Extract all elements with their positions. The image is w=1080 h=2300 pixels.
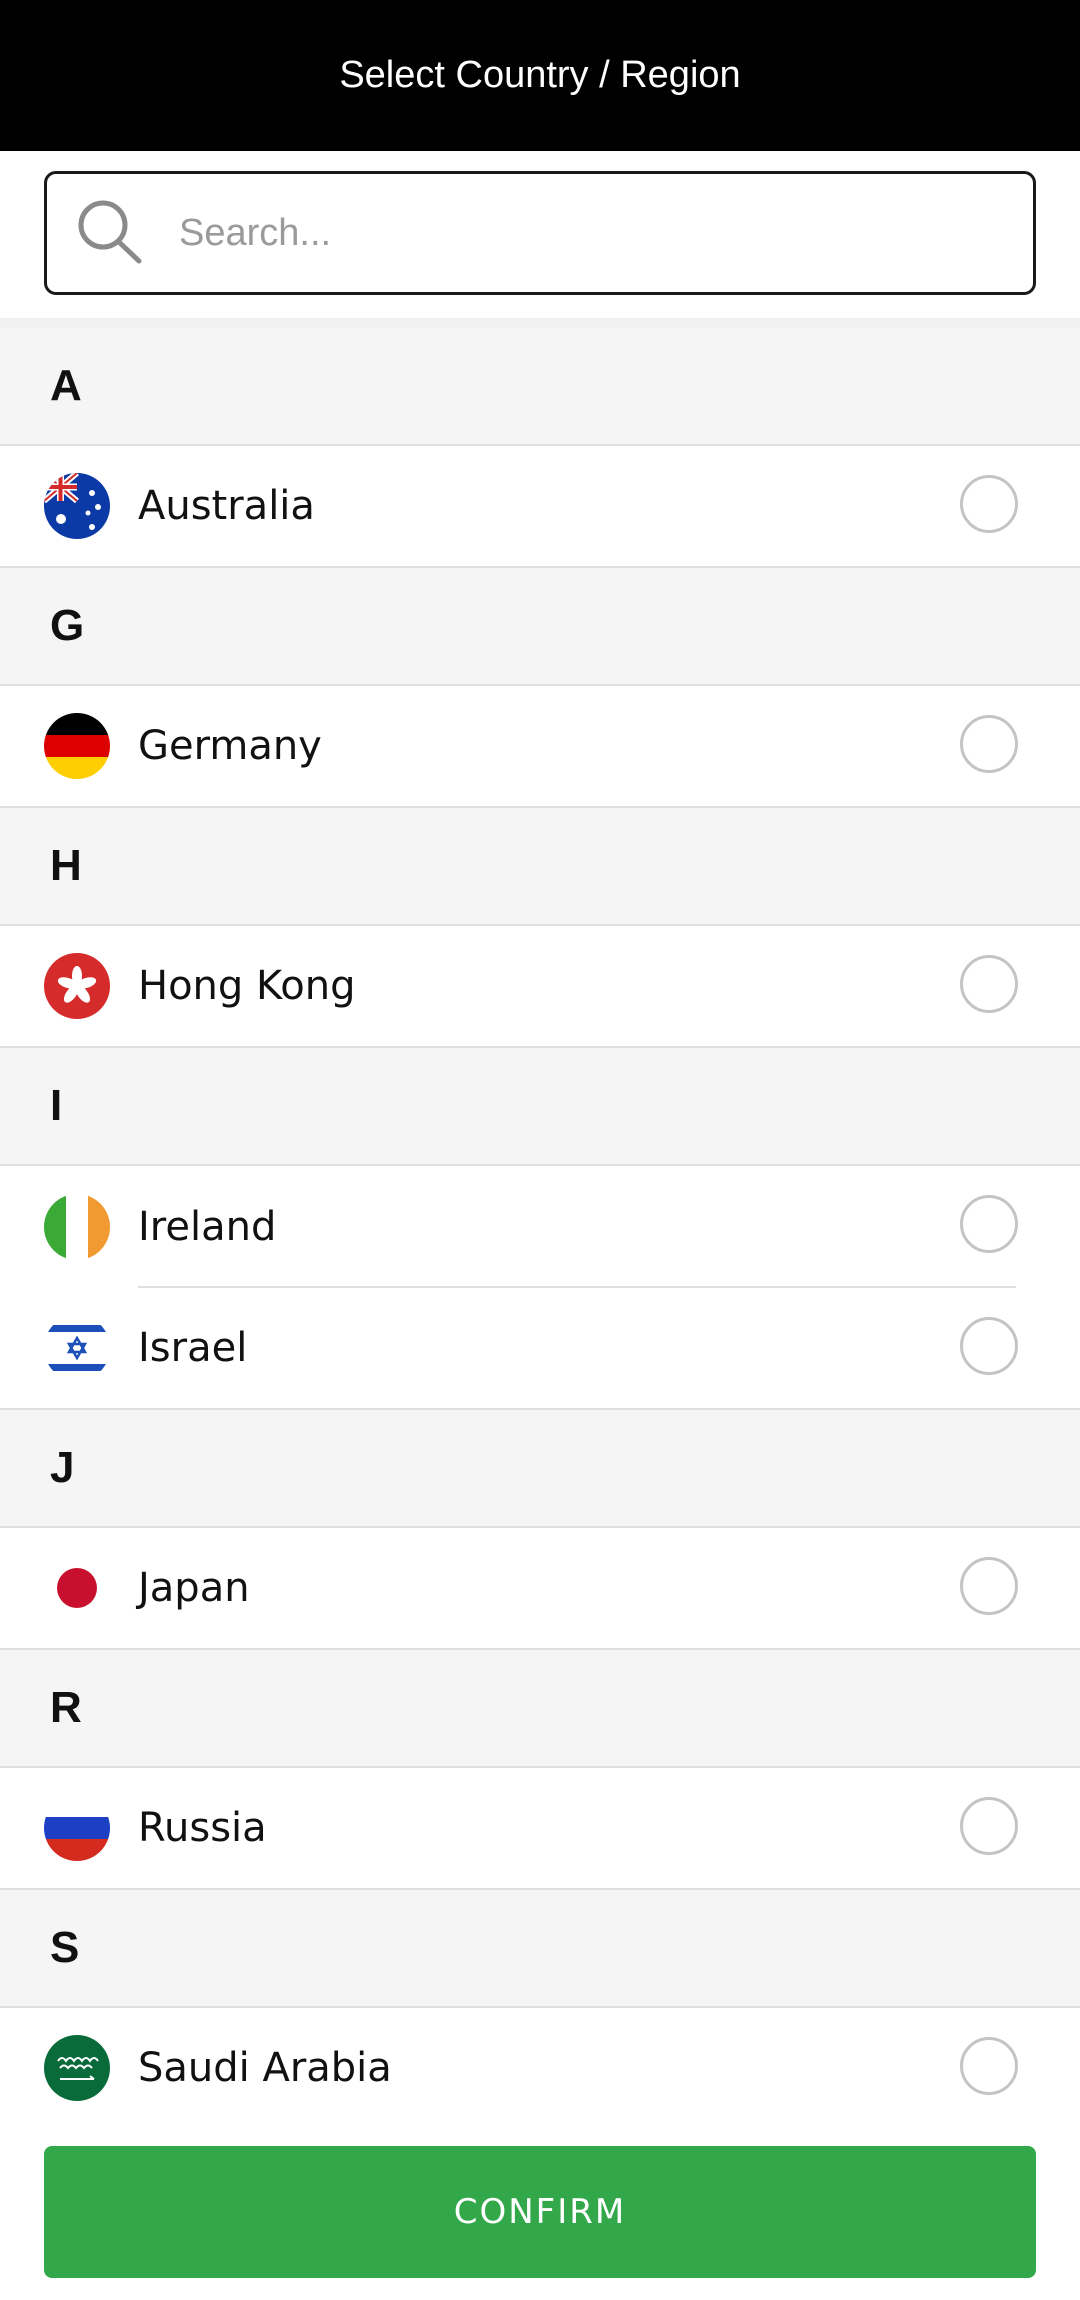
radio-button[interactable]: [960, 955, 1018, 1013]
country-row-russia[interactable]: Russia: [0, 1768, 1080, 1890]
country-name: Saudi Arabia: [138, 2045, 392, 2091]
search-icon: [47, 195, 145, 272]
section-header-s: S: [0, 1890, 1080, 2008]
search-area: [0, 151, 1080, 325]
radio-button[interactable]: [960, 2037, 1018, 2095]
top-bar: Select Country / Region: [0, 0, 1080, 151]
japan-flag-icon: [44, 1555, 110, 1621]
country-name: Australia: [138, 483, 315, 529]
section-header-i: I: [0, 1048, 1080, 1166]
germany-flag-icon: [44, 713, 110, 779]
page-title: Select Country / Region: [339, 54, 741, 96]
footer-bar: CONFIRM: [0, 2112, 1080, 2300]
radio-button[interactable]: [960, 1195, 1018, 1253]
country-name: Israel: [138, 1325, 248, 1371]
section-letter: S: [50, 1923, 80, 1972]
radio-button[interactable]: [960, 1557, 1018, 1615]
australia-flag-icon: [44, 473, 110, 539]
section-letter: I: [50, 1081, 63, 1130]
country-list[interactable]: A Australia G Germany H Hong Kong I Irel…: [0, 328, 1080, 2130]
radio-button[interactable]: [960, 715, 1018, 773]
section-letter: H: [50, 841, 82, 890]
country-row-israel[interactable]: Israel: [0, 1288, 1080, 1410]
country-row-germany[interactable]: Germany: [0, 686, 1080, 808]
section-letter: R: [50, 1683, 82, 1732]
country-name: Ireland: [138, 1204, 277, 1250]
country-name: Hong Kong: [138, 963, 356, 1009]
country-name: Japan: [138, 1565, 250, 1611]
section-letter: A: [50, 361, 82, 410]
section-header-j: J: [0, 1410, 1080, 1528]
section-letter: J: [50, 1443, 75, 1492]
search-input[interactable]: [177, 210, 1001, 256]
saudi-arabia-flag-icon: [44, 2035, 110, 2101]
country-name: Germany: [138, 723, 322, 769]
search-box[interactable]: [44, 171, 1036, 295]
radio-button[interactable]: [960, 475, 1018, 533]
section-header-g: G: [0, 568, 1080, 686]
section-header-r: R: [0, 1650, 1080, 1768]
confirm-button[interactable]: CONFIRM: [44, 2146, 1036, 2278]
russia-flag-icon: [44, 1795, 110, 1861]
section-letter: G: [50, 601, 85, 650]
hong-kong-flag-icon: [44, 953, 110, 1019]
section-header-h: H: [0, 808, 1080, 926]
radio-button[interactable]: [960, 1317, 1018, 1375]
country-name: Russia: [138, 1805, 267, 1851]
ireland-flag-icon: [44, 1194, 110, 1260]
radio-button[interactable]: [960, 1797, 1018, 1855]
country-row-hong-kong[interactable]: Hong Kong: [0, 926, 1080, 1048]
israel-flag-icon: [44, 1315, 110, 1381]
country-row-japan[interactable]: Japan: [0, 1528, 1080, 1650]
country-row-ireland[interactable]: Ireland: [0, 1166, 1080, 1288]
country-row-australia[interactable]: Australia: [0, 446, 1080, 568]
section-header-a: A: [0, 328, 1080, 446]
